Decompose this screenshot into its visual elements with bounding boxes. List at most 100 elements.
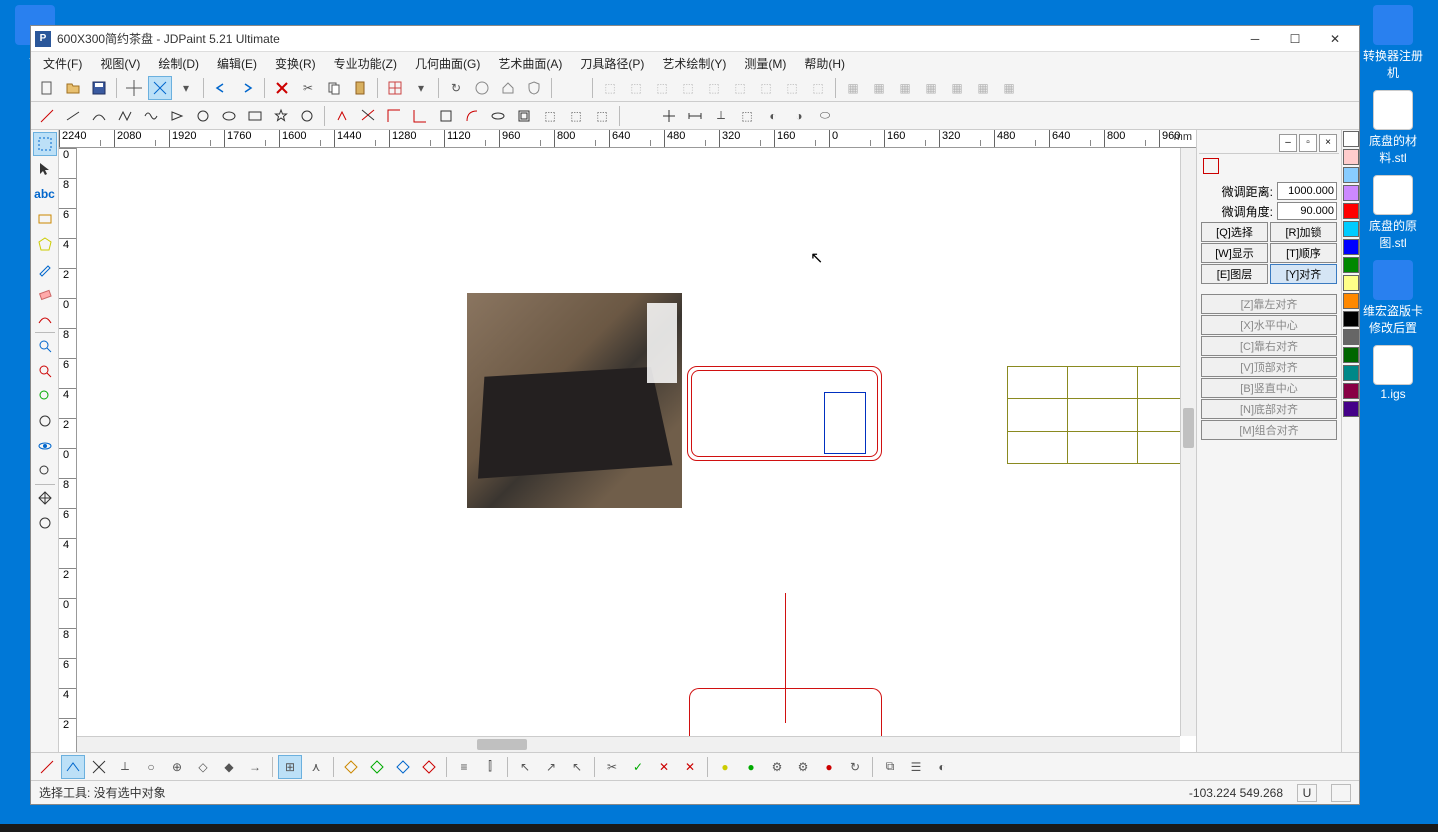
zoom-fit-icon[interactable] [33,384,57,408]
panel-mode-icon[interactable] [1203,158,1219,174]
curve-edit-icon[interactable] [33,307,57,331]
color-swatch[interactable] [1343,221,1359,237]
dim6-icon[interactable]: ◑ [787,104,811,128]
layer7-icon[interactable]: ▦ [997,76,1021,100]
pan-tool-icon[interactable] [33,486,57,510]
arrow-sel2-icon[interactable]: ↗ [539,755,563,779]
edit2-icon[interactable] [356,104,380,128]
group7-icon[interactable]: ⬚ [754,76,778,100]
reference-image-object[interactable] [467,293,682,508]
menu-edit[interactable]: 编辑(E) [209,53,265,74]
color-swatch[interactable] [1343,149,1359,165]
redo-icon[interactable] [235,76,259,100]
snap-center-icon[interactable] [87,755,111,779]
snap-icon[interactable] [148,76,172,100]
bottom-rounded-rect[interactable] [689,688,882,738]
menu-artdraw[interactable]: 艺术绘制(Y) [654,53,734,74]
color-swatch[interactable] [1343,383,1359,399]
snap-node-icon[interactable]: ◆ [217,755,241,779]
menu-transform[interactable]: 变换(R) [267,53,324,74]
eraser-tool-icon[interactable] [33,282,57,306]
group6-icon[interactable]: ⬚ [728,76,752,100]
align-group-button[interactable]: [M]组合对齐 [1201,420,1337,440]
panel-close-icon[interactable]: × [1319,134,1337,152]
menu-help[interactable]: 帮助(H) [796,53,853,74]
q-select-button[interactable]: [Q]选择 [1201,222,1268,242]
layer2-icon[interactable]: ▦ [867,76,891,100]
snap-near-icon[interactable]: ◇ [191,755,215,779]
layer4-icon[interactable]: ▦ [919,76,943,100]
pointer-tool-icon[interactable] [33,157,57,181]
desktop-icon-stl1[interactable]: 底盘的材料.stl [1358,90,1428,170]
open-file-icon[interactable] [61,76,85,100]
zoom-prev-icon[interactable] [33,459,57,483]
bulb-green-icon[interactable]: ● [739,755,763,779]
horizontal-scrollbar[interactable] [77,736,1180,752]
edit10-icon[interactable]: ⬚ [564,104,588,128]
group1-icon[interactable]: ⬚ [598,76,622,100]
edit9-icon[interactable]: ⬚ [538,104,562,128]
taskbar[interactable] [0,824,1438,832]
menu-artsurf[interactable]: 艺术曲面(A) [490,53,570,74]
shape-diamond-icon[interactable] [339,755,363,779]
layer5-icon[interactable]: ▦ [945,76,969,100]
shape-diamond4-icon[interactable] [417,755,441,779]
blue-rectangle[interactable] [824,392,866,454]
layer-h-icon[interactable]: ≡ [452,755,476,779]
snap-mid-icon[interactable] [61,755,85,779]
dropdown-icon[interactable]: ▾ [174,76,198,100]
shape-diamond2-icon[interactable] [365,755,389,779]
gear-icon[interactable]: ⚙ [765,755,789,779]
pencil-tool-icon[interactable] [33,257,57,281]
color-swatch[interactable] [1343,131,1359,147]
menu-pro[interactable]: 专业功能(Z) [326,53,405,74]
globe-icon[interactable] [470,76,494,100]
color-swatch[interactable] [1343,293,1359,309]
dim1-icon[interactable] [657,104,681,128]
snap-perp-icon[interactable]: ⟂ [113,755,137,779]
group5-icon[interactable]: ⬚ [702,76,726,100]
align-top-button[interactable]: [V]顶部对齐 [1201,357,1337,377]
op-check-icon[interactable]: ✓ [626,755,650,779]
gear2-icon[interactable]: ⚙ [791,755,815,779]
refresh-icon[interactable]: ↻ [444,76,468,100]
color-swatch[interactable] [1343,185,1359,201]
bsnap-b-icon[interactable]: ⋏ [304,755,328,779]
edit1-icon[interactable] [330,104,354,128]
group8-icon[interactable]: ⬚ [780,76,804,100]
layer-v-icon[interactable]: ⫿ [478,755,502,779]
line-tool-icon[interactable] [61,104,85,128]
align-left-button[interactable]: [Z]靠左对齐 [1201,294,1337,314]
eye-view-icon[interactable] [33,434,57,458]
refresh2-icon[interactable]: ↻ [843,755,867,779]
misc-icon[interactable]: ◐ [930,755,954,779]
zoom-region-icon[interactable] [33,334,57,358]
shape-diamond3-icon[interactable] [391,755,415,779]
edit7-icon[interactable] [486,104,510,128]
zoom-in-icon[interactable] [33,359,57,383]
snap-end-icon[interactable] [35,755,59,779]
snap-tan-icon[interactable]: ○ [139,755,163,779]
polyline-tool-icon[interactable] [113,104,137,128]
vertical-scrollbar[interactable] [1180,148,1196,736]
edit6-icon[interactable] [460,104,484,128]
undo-icon[interactable] [209,76,233,100]
edit5-icon[interactable] [434,104,458,128]
dim4-icon[interactable]: ⬚ [735,104,759,128]
op-x2-icon[interactable]: ✕ [678,755,702,779]
nudge-angle-input[interactable] [1277,202,1337,220]
bulb-yellow-icon[interactable]: ● [713,755,737,779]
desktop-icon-stl2[interactable]: 底盘的原图.stl [1358,175,1428,255]
origin-icon[interactable] [122,76,146,100]
menu-measure[interactable]: 测量(M) [736,53,794,74]
y-align-button[interactable]: [Y]对齐 [1270,264,1337,284]
polygon2-tool-icon[interactable] [33,232,57,256]
color-swatch[interactable] [1343,311,1359,327]
e-layer-button[interactable]: [E]图层 [1201,264,1268,284]
color-swatch[interactable] [1343,401,1359,417]
zoom-all-icon[interactable] [33,409,57,433]
group3-icon[interactable]: ⬚ [650,76,674,100]
close-button[interactable]: ✕ [1315,27,1355,51]
r-lock-button[interactable]: [R]加锁 [1270,222,1337,242]
new-file-icon[interactable] [35,76,59,100]
